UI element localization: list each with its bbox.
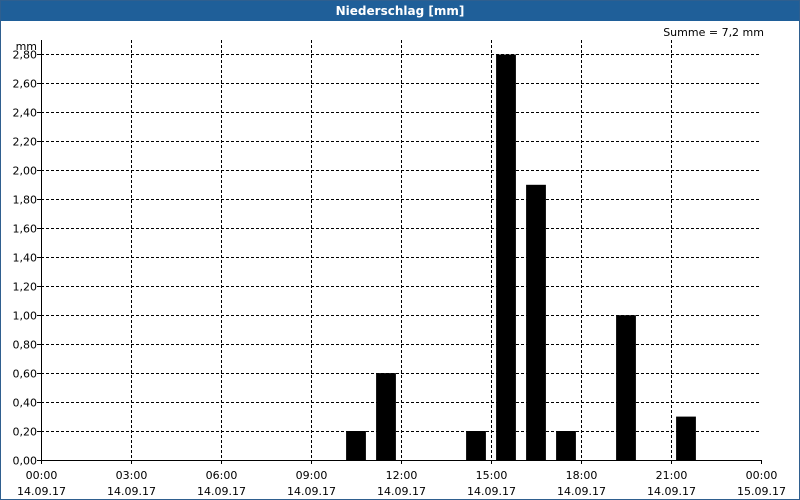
x-tick-date-label: 14.09.17 — [377, 485, 426, 498]
y-tick-label: 0,40 — [13, 397, 38, 410]
precipitation-bar — [526, 184, 546, 461]
precipitation-bar — [556, 431, 576, 460]
precipitation-bar — [496, 54, 516, 460]
x-tick-date-label: 14.09.17 — [107, 485, 156, 498]
x-tick-time-label: 09:00 — [296, 469, 328, 482]
precipitation-bar — [676, 416, 696, 460]
y-tick-label: 0,00 — [13, 455, 38, 468]
x-tick-time-label: 12:00 — [386, 469, 418, 482]
x-tick-date-label: 14.09.17 — [17, 485, 66, 498]
y-tick-label: 0,60 — [13, 368, 38, 381]
x-tick-time-label: 00:00 — [746, 469, 778, 482]
y-tick-label: 0,80 — [13, 339, 38, 352]
x-tick-date-label: 14.09.17 — [467, 485, 516, 498]
grid-layer — [41, 40, 761, 460]
precipitation-bar — [376, 373, 396, 460]
precipitation-bar — [346, 431, 366, 460]
y-tick-label: 1,80 — [13, 194, 38, 207]
precipitation-bar — [616, 315, 636, 460]
y-tick-label: 2,00 — [13, 165, 38, 178]
y-tick-label: 1,20 — [13, 281, 38, 294]
x-tick-time-label: 00:00 — [26, 469, 58, 482]
x-tick-date-label: 14.09.17 — [287, 485, 336, 498]
y-tick-label: 2,20 — [13, 136, 38, 149]
x-tick-date-label: 15.09.17 — [737, 485, 786, 498]
x-tick-time-label: 03:00 — [116, 469, 148, 482]
tick-labels: 0,00 0,20 0,40 0,60 0,80 1,00 1,20 1,40 1,60 1,80… — [13, 40, 786, 498]
y-tick-label: 0,20 — [13, 426, 38, 439]
x-tick-time-label: 18:00 — [566, 469, 598, 482]
y-tick-label: 1,40 — [13, 252, 38, 265]
y-tick-label: 2,40 — [13, 107, 38, 120]
axis-layer — [37, 40, 762, 464]
y-axis-unit-label: mm — [16, 40, 37, 53]
precipitation-chart: 0,00 0,20 0,40 0,60 0,80 1,00 1,20 1,40 1,60 1,80… — [13, 40, 786, 498]
x-tick-time-label: 15:00 — [476, 469, 508, 482]
y-tick-label: 2,60 — [13, 78, 38, 91]
precipitation-bar — [466, 431, 486, 460]
y-tick-label: 1,00 — [13, 310, 38, 323]
x-tick-date-label: 14.09.17 — [197, 485, 246, 498]
y-tick-label: 1,60 — [13, 223, 38, 236]
x-tick-date-label: 14.09.17 — [647, 485, 696, 498]
x-tick-time-label: 06:00 — [206, 469, 238, 482]
x-tick-date-label: 14.09.17 — [557, 485, 606, 498]
x-tick-time-label: 21:00 — [656, 469, 688, 482]
